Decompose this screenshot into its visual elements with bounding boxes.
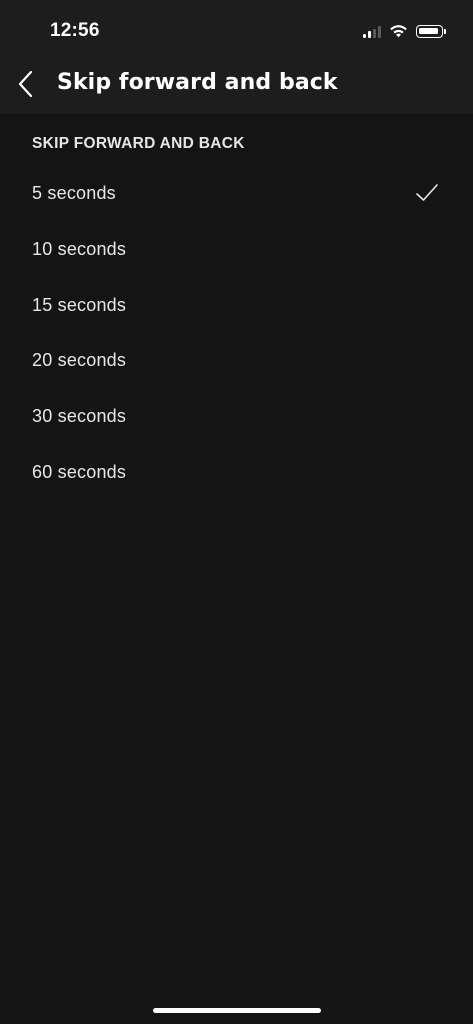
status-icons (363, 22, 446, 40)
cellular-signal-icon (363, 25, 381, 38)
option-label: 30 seconds (32, 406, 127, 427)
checkmark-icon (416, 184, 438, 201)
option-60-seconds[interactable]: 60 seconds (0, 445, 473, 501)
option-label: 5 seconds (32, 183, 116, 203)
wifi-icon (390, 25, 407, 38)
back-button[interactable] (10, 66, 42, 102)
option-5-seconds[interactable]: 5 seconds (0, 166, 473, 222)
option-label: 10 seconds (32, 238, 127, 259)
section-header: SKIP FORWARD AND BACK (32, 135, 245, 152)
option-10-seconds[interactable]: 10 seconds (0, 222, 473, 278)
skip-interval-list: 5 seconds 10 seconds 15 seconds 20 secon… (0, 166, 473, 501)
option-label: 20 seconds (32, 350, 127, 371)
option-20-seconds[interactable]: 20 seconds (0, 333, 473, 389)
status-bar: 12:56 (0, 0, 473, 58)
option-30-seconds[interactable]: 30 seconds (0, 389, 473, 445)
chevron-left-icon (18, 70, 33, 98)
option-label: 15 seconds (32, 294, 127, 315)
option-label: 60 seconds (32, 461, 127, 482)
battery-icon (416, 24, 446, 38)
option-15-seconds[interactable]: 15 seconds (0, 278, 473, 334)
page-title: Skip forward and back (57, 70, 338, 95)
top-bar-area: 12:56 Skip forward and back (0, 0, 473, 114)
status-time: 12:56 (50, 20, 100, 41)
navigation-bar: Skip forward and back (0, 58, 473, 114)
home-indicator[interactable] (153, 1008, 321, 1013)
